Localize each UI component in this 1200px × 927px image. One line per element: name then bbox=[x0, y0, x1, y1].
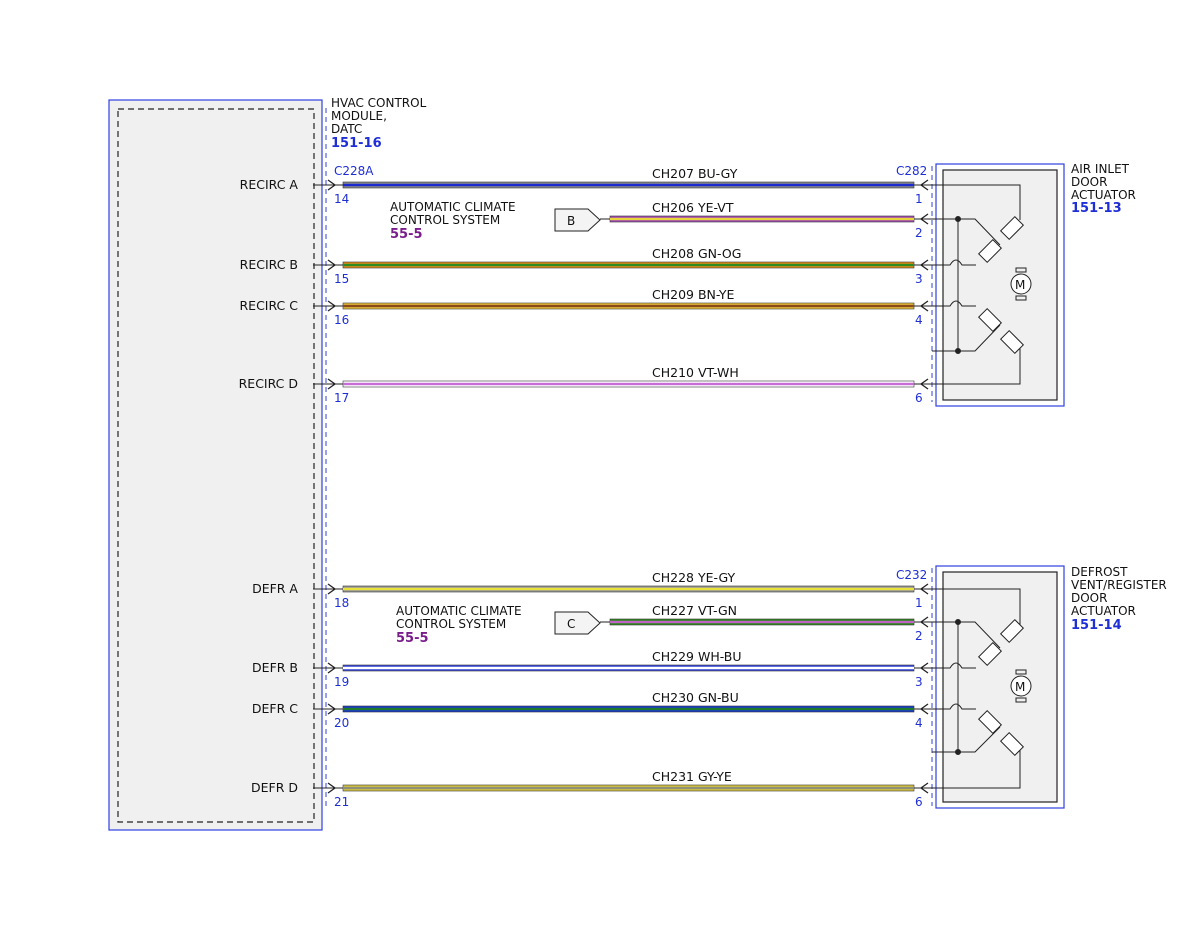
offpage-b-letter: B bbox=[567, 214, 575, 228]
offpage-c-line-1: AUTOMATIC CLIMATE bbox=[396, 604, 522, 618]
actuator-2-name-line-3: DOOR bbox=[1071, 591, 1107, 605]
offpage-ref-c: AUTOMATIC CLIMATE CONTROL SYSTEM 55-5 C bbox=[396, 604, 601, 646]
signal-name: DEFR D bbox=[251, 780, 298, 795]
wire-label: CH228 YE-GY bbox=[652, 570, 736, 585]
module-name-line-3: DATC bbox=[331, 122, 362, 136]
signal-name: DEFR B bbox=[252, 660, 298, 675]
wire-core bbox=[343, 183, 914, 187]
wire-ch228: CH228 YE-GY DEFR A 18 1 bbox=[252, 570, 945, 610]
wire-core bbox=[343, 666, 914, 670]
offpage-c-ref: 55-5 bbox=[396, 631, 429, 646]
actuator-pin: 3 bbox=[915, 272, 923, 286]
wire-core bbox=[343, 304, 914, 308]
air-inlet-door-actuator bbox=[935, 163, 1065, 407]
wire-label: CH210 VT-WH bbox=[652, 365, 739, 380]
offpage-b-ref: 55-5 bbox=[390, 227, 423, 242]
wire-ch229: CH229 WH-BU DEFR B 19 3 bbox=[252, 649, 945, 689]
wire-label: CH231 GY-YE bbox=[652, 769, 732, 784]
actuator-1-name-line-1: AIR INLET bbox=[1071, 162, 1130, 176]
wiring-diagram: HVAC CONTROL MODULE, DATC 151-16 C228A C… bbox=[108, 96, 1167, 831]
actuator-1-name-line-2: DOOR bbox=[1071, 175, 1107, 189]
wire-core bbox=[343, 786, 914, 790]
wire-ch227: CH227 VT-GN 2 bbox=[600, 603, 945, 643]
wire-ch208: CH208 GN-OG RECIRC B 15 3 bbox=[240, 246, 945, 286]
actuator-1-name-line-3: ACTUATOR bbox=[1071, 188, 1136, 202]
actuator-pin: 2 bbox=[915, 226, 923, 240]
module-pin: 15 bbox=[334, 272, 349, 286]
signal-name: DEFR C bbox=[252, 701, 298, 716]
wire-core bbox=[610, 217, 914, 221]
module-pin: 17 bbox=[334, 391, 349, 405]
wire-ch210: CH210 VT-WH RECIRC D 17 6 bbox=[239, 365, 945, 405]
actuator-2-motor-icon: M bbox=[1015, 680, 1025, 694]
defrost-vent-register-door-actuator bbox=[935, 565, 1065, 809]
offpage-c-letter: C bbox=[567, 617, 575, 631]
signal-name: RECIRC B bbox=[240, 257, 298, 272]
actuator-2-name-line-1: DEFROST bbox=[1071, 565, 1128, 579]
actuator-2-ref: 151-14 bbox=[1071, 618, 1122, 633]
module-connector-id: C228A bbox=[334, 164, 374, 178]
wire-ch231: CH231 GY-YE DEFR D 21 6 bbox=[251, 769, 945, 809]
module-name-line-2: MODULE, bbox=[331, 109, 387, 123]
actuator-pin: 2 bbox=[915, 629, 923, 643]
wires: CH207 BU-GYRECIRC A14 1CH206 YE-VT2CH208 … bbox=[239, 166, 945, 809]
offpage-b-line-2: CONTROL SYSTEM bbox=[390, 213, 500, 227]
offpage-b-line-1: AUTOMATIC CLIMATE bbox=[390, 200, 516, 214]
wire-core bbox=[343, 263, 914, 267]
actuator-pin: 3 bbox=[915, 675, 923, 689]
actuator-1-motor-icon: M bbox=[1015, 278, 1025, 292]
offpage-ref-b: AUTOMATIC CLIMATE CONTROL SYSTEM 55-5 B bbox=[390, 200, 601, 242]
actuator-pin: 1 bbox=[915, 596, 923, 610]
actuator-2-connector-id: C232 bbox=[896, 568, 927, 582]
wire-label: CH206 YE-VT bbox=[652, 200, 734, 215]
wire-core bbox=[343, 382, 914, 386]
module-pin: 21 bbox=[334, 795, 349, 809]
module-pin: 20 bbox=[334, 716, 349, 730]
module-name-line-1: HVAC CONTROL bbox=[331, 96, 427, 110]
actuator-pin: 4 bbox=[915, 716, 923, 730]
signal-name: RECIRC A bbox=[240, 177, 299, 192]
actuator-pin: 6 bbox=[915, 391, 923, 405]
hvac-control-module bbox=[108, 99, 323, 831]
wire-ch209: CH209 BN-YE RECIRC C 16 4 bbox=[240, 287, 945, 327]
actuator-pin: 4 bbox=[915, 313, 923, 327]
actuator-1-connector-id: C282 bbox=[896, 164, 927, 178]
actuator-1-ref: 151-13 bbox=[1071, 201, 1122, 216]
module-pin: 16 bbox=[334, 313, 349, 327]
wire-label: CH208 GN-OG bbox=[652, 246, 741, 261]
actuator-2-name-line-2: VENT/REGISTER bbox=[1071, 578, 1167, 592]
offpage-c-line-2: CONTROL SYSTEM bbox=[396, 617, 506, 631]
actuator-2-label: DEFROST VENT/REGISTER DOOR ACTUATOR 151-… bbox=[1071, 565, 1167, 633]
module-ref: 151-16 bbox=[331, 136, 382, 151]
actuator-1-label: AIR INLET DOOR ACTUATOR 151-13 bbox=[1071, 162, 1136, 216]
actuator-pin: 1 bbox=[915, 192, 923, 206]
wire-core bbox=[343, 707, 914, 711]
wire-label: CH230 GN-BU bbox=[652, 690, 739, 705]
wire-core bbox=[610, 620, 914, 624]
wire-ch206: CH206 YE-VT 2 bbox=[600, 200, 945, 240]
module-pin: 18 bbox=[334, 596, 349, 610]
wire-ch230: CH230 GN-BU DEFR C 20 4 bbox=[252, 690, 945, 730]
actuator-pin: 6 bbox=[915, 795, 923, 809]
wire-label: CH209 BN-YE bbox=[652, 287, 735, 302]
signal-name: DEFR A bbox=[252, 581, 298, 596]
wire-label: CH229 WH-BU bbox=[652, 649, 742, 664]
signal-name: RECIRC D bbox=[239, 376, 298, 391]
module-pin: 19 bbox=[334, 675, 349, 689]
actuator-2-name-line-4: ACTUATOR bbox=[1071, 604, 1136, 618]
signal-name: RECIRC C bbox=[240, 298, 299, 313]
wire-label: CH227 VT-GN bbox=[652, 603, 737, 618]
wire-label: CH207 BU-GY bbox=[652, 166, 738, 181]
module-pin: 14 bbox=[334, 192, 349, 206]
wire-core bbox=[343, 587, 914, 591]
module-label: HVAC CONTROL MODULE, DATC 151-16 bbox=[331, 96, 427, 151]
